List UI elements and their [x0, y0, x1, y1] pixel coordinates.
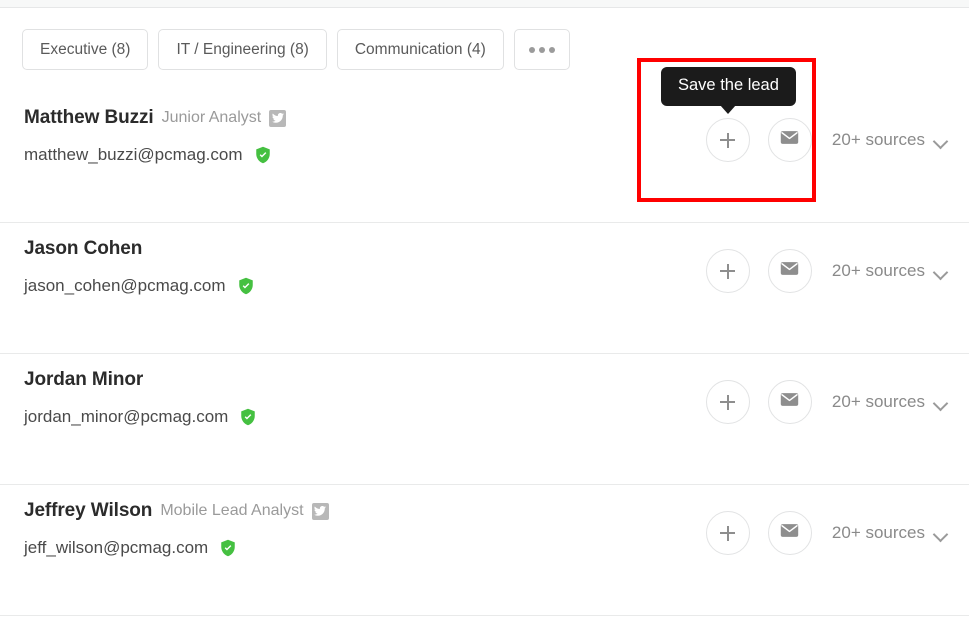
verified-shield-icon — [239, 408, 257, 426]
contact-title: Junior Analyst — [161, 109, 262, 126]
twitter-icon[interactable] — [311, 502, 329, 520]
verified-shield-icon — [254, 146, 272, 164]
envelope-icon — [780, 392, 799, 412]
chevron-down-icon — [934, 398, 947, 406]
filter-pill-communication-label: Communication (4) — [354, 40, 486, 58]
filter-pill-it-engineering-label: IT / Engineering (8) — [176, 40, 309, 58]
save-lead-button[interactable] — [705, 118, 750, 162]
contact-list: Matthew Buzzi Junior Analyst matthew_buz… — [0, 92, 969, 616]
sources-label: 20+ sources — [831, 392, 925, 411]
filter-pill-it-engineering[interactable]: IT / Engineering (8) — [158, 29, 327, 70]
contact-info: Matthew Buzzi Junior Analyst matthew_buz… — [24, 106, 287, 166]
filter-pill-more-button[interactable] — [513, 29, 570, 70]
sources-label: 20+ sources — [831, 261, 925, 280]
email-lead-button[interactable] — [767, 380, 812, 424]
contact-name-line: Matthew Buzzi Junior Analyst — [24, 106, 287, 130]
verified-shield-icon — [237, 277, 255, 295]
verified-shield-icon — [219, 539, 237, 557]
contact-email-line: jason_cohen@pcmag.com — [24, 275, 255, 297]
row-actions: 20+ sources — [705, 118, 947, 162]
filter-pill-executive-label: Executive (8) — [40, 40, 131, 58]
email-lead-button[interactable] — [767, 118, 812, 162]
contact-name: Matthew Buzzi — [24, 107, 154, 128]
sources-dropdown[interactable]: 20+ sources — [832, 130, 947, 150]
contact-title: Mobile Lead Analyst — [160, 502, 304, 519]
contact-email: jordan_minor@pcmag.com — [24, 407, 229, 426]
contact-name: Jeffrey Wilson — [24, 500, 153, 521]
email-lead-button[interactable] — [767, 511, 812, 555]
lead-list-page: Executive (8) IT / Engineering (8) Commu… — [0, 0, 969, 624]
table-row[interactable]: Matthew Buzzi Junior Analyst matthew_buz… — [0, 92, 969, 223]
table-row[interactable]: Jason Cohen jason_cohen@pcmag.com 20+ so… — [0, 223, 969, 354]
save-lead-button[interactable] — [705, 380, 750, 424]
filter-pill-communication[interactable]: Communication (4) — [336, 29, 504, 70]
envelope-icon — [780, 523, 799, 543]
chevron-down-icon — [934, 136, 947, 144]
sources-dropdown[interactable]: 20+ sources — [832, 523, 947, 543]
row-actions: 20+ sources — [705, 249, 947, 293]
contact-email-line: matthew_buzzi@pcmag.com — [24, 144, 286, 166]
chevron-down-icon — [934, 529, 947, 537]
plus-icon — [720, 132, 736, 148]
contact-name-line: Jordan Minor — [24, 368, 257, 392]
save-lead-tooltip: Save the lead — [661, 67, 796, 114]
contact-info: Jeffrey Wilson Mobile Lead Analyst jeff_… — [24, 499, 329, 559]
envelope-icon — [780, 130, 799, 150]
contact-name: Jason Cohen — [24, 238, 143, 259]
contact-email: jeff_wilson@pcmag.com — [24, 538, 209, 557]
filter-pill-executive[interactable]: Executive (8) — [22, 29, 149, 70]
contact-name-line: Jason Cohen — [24, 237, 255, 261]
contact-email-line: jordan_minor@pcmag.com — [24, 406, 257, 428]
filter-bar: Executive (8) IT / Engineering (8) Commu… — [22, 29, 570, 70]
row-actions: 20+ sources — [705, 380, 947, 424]
sources-dropdown[interactable]: 20+ sources — [832, 392, 947, 412]
plus-icon — [720, 394, 736, 410]
contact-info: Jordan Minor jordan_minor@pcmag.com — [24, 368, 257, 428]
top-divider-strip — [0, 0, 969, 8]
chevron-down-icon — [934, 267, 947, 275]
plus-icon — [720, 263, 736, 279]
twitter-icon[interactable] — [269, 109, 287, 127]
save-lead-button[interactable] — [705, 511, 750, 555]
sources-label: 20+ sources — [831, 130, 925, 149]
contact-name: Jordan Minor — [24, 369, 144, 390]
contact-name-line: Jeffrey Wilson Mobile Lead Analyst — [24, 499, 329, 523]
ellipsis-icon — [528, 46, 555, 53]
plus-icon — [720, 525, 736, 541]
contact-email-line: jeff_wilson@pcmag.com — [24, 537, 329, 559]
table-row[interactable]: Jordan Minor jordan_minor@pcmag.com 20+ … — [0, 354, 969, 485]
envelope-icon — [780, 261, 799, 281]
row-actions: 20+ sources — [705, 511, 947, 555]
email-lead-button[interactable] — [767, 249, 812, 293]
sources-label: 20+ sources — [831, 523, 925, 542]
contact-info: Jason Cohen jason_cohen@pcmag.com — [24, 237, 255, 297]
save-lead-button[interactable] — [705, 249, 750, 293]
table-row[interactable]: Jeffrey Wilson Mobile Lead Analyst jeff_… — [0, 485, 969, 616]
contact-email: matthew_buzzi@pcmag.com — [24, 145, 243, 164]
contact-email: jason_cohen@pcmag.com — [24, 276, 226, 295]
sources-dropdown[interactable]: 20+ sources — [832, 261, 947, 281]
